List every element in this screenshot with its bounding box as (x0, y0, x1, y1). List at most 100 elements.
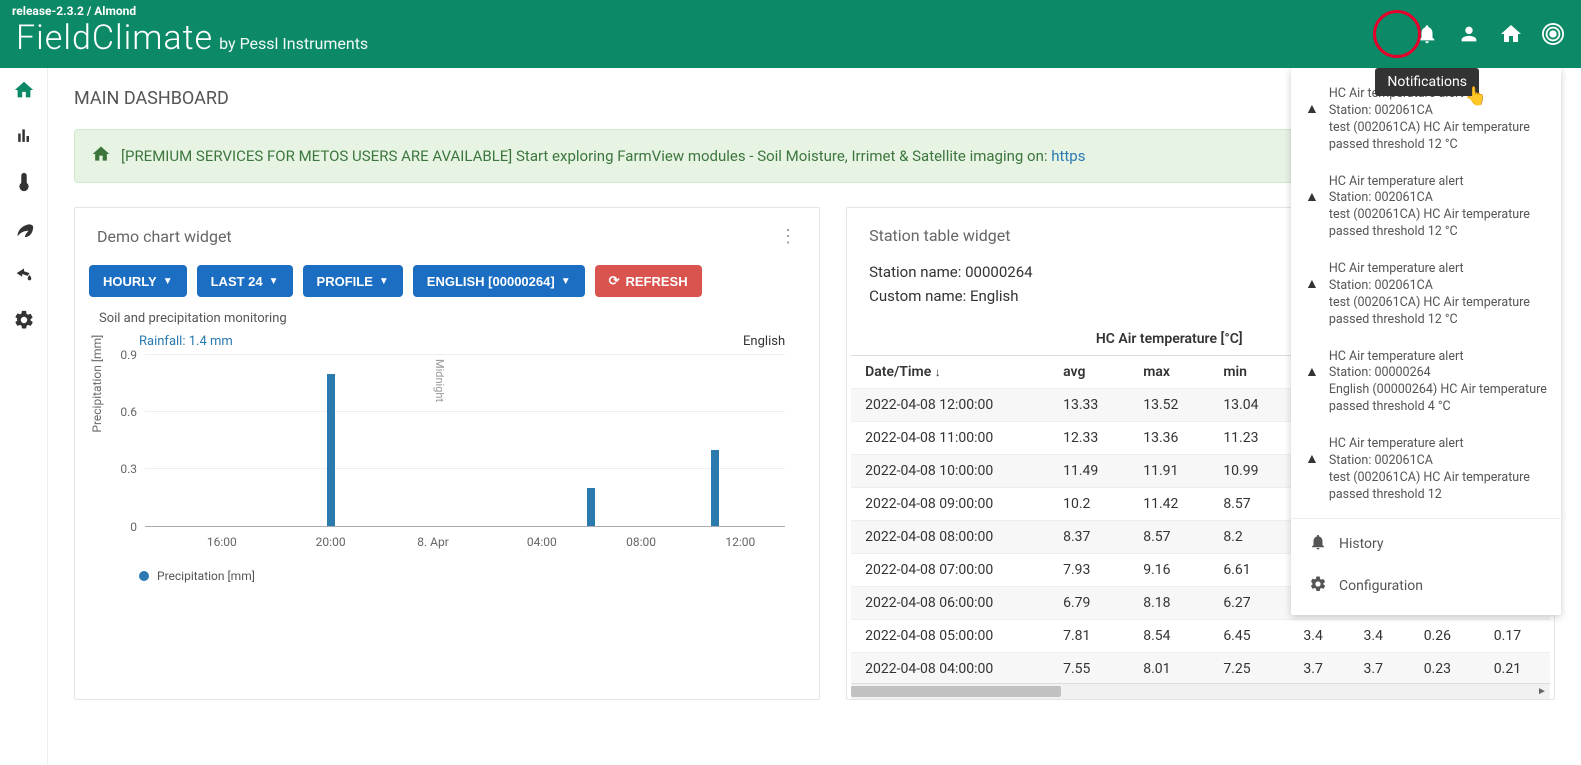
table-cell: 3.4 (1289, 620, 1349, 653)
table-cell: 8.57 (1129, 521, 1209, 554)
bell-icon[interactable] (1415, 22, 1439, 46)
banner-link[interactable]: https (1051, 147, 1085, 165)
hourly-dropdown[interactable]: HOURLY ▼ (89, 265, 187, 297)
user-icon[interactable] (1457, 22, 1481, 46)
col-max[interactable]: max (1129, 356, 1209, 389)
warning-icon: ▲ (1305, 363, 1319, 417)
rainfall-label: Rainfall: 1.4 mm (139, 334, 233, 349)
notif-msg: test (002061CA) HC Air temperature passe… (1329, 120, 1547, 154)
precipitation-chart[interactable]: Precipitation [mm] 00.30.60.9 Midnight 1… (101, 355, 785, 555)
notifications-panel: ▲ HC Air temperature alert Station: 0020… (1291, 68, 1561, 615)
table-cell: 8.54 (1129, 620, 1209, 653)
group-header: HC Air temperature [°C] (1049, 323, 1289, 356)
notif-title: HC Air temperature alert (1329, 436, 1547, 453)
table-cell: 11.91 (1129, 455, 1209, 488)
col-datetime[interactable]: Date/Time ↓ (851, 356, 1049, 389)
col-min[interactable]: min (1209, 356, 1289, 389)
house-icon[interactable] (1499, 22, 1523, 46)
last24-dropdown[interactable]: LAST 24 ▼ (197, 265, 293, 297)
profile-dropdown[interactable]: PROFILE ▼ (303, 265, 403, 297)
notif-title: HC Air temperature alert (1329, 174, 1547, 191)
home-icon[interactable] (12, 78, 36, 102)
chart-bar[interactable] (327, 374, 335, 526)
table-cell: 2022-04-08 11:00:00 (851, 422, 1049, 455)
history-label: History (1339, 536, 1384, 552)
station-name-value: 00000264 (965, 263, 1032, 281)
bell-small-icon (1309, 533, 1327, 555)
table-cell: 0.21 (1480, 653, 1550, 684)
station-name-label: Station name: (869, 263, 961, 281)
table-cell: 0.26 (1410, 620, 1480, 653)
thermometer-icon[interactable] (12, 170, 36, 194)
app-logo[interactable]: FieldClimate by Pessl Instruments (16, 18, 368, 58)
chart-bar[interactable] (587, 488, 595, 526)
midnight-marker: Midnight (433, 359, 446, 402)
x-tick: 04:00 (527, 535, 557, 549)
y-tick: 0.6 (120, 405, 137, 419)
table-cell: 2022-04-08 05:00:00 (851, 620, 1049, 653)
barn-icon (91, 144, 111, 168)
leaf-icon[interactable] (12, 216, 36, 240)
horizontal-scrollbar[interactable]: ◄ ► (851, 683, 1550, 699)
chart-widget: Demo chart widget ⋮ HOURLY ▼ LAST 24 ▼ P… (74, 207, 820, 700)
table-cell: 0.17 (1480, 620, 1550, 653)
gear-icon[interactable] (12, 308, 36, 332)
table-cell: 2022-04-08 04:00:00 (851, 653, 1049, 684)
notifications-tooltip: Notifications (1375, 68, 1479, 96)
table-cell: 11.42 (1129, 488, 1209, 521)
x-tick: 8. Apr (417, 535, 449, 549)
app-header: release-2.3.2 / Almond FieldClimate by P… (0, 0, 1581, 68)
refresh-button[interactable]: ⟳ REFRESH (595, 265, 702, 297)
notif-station: Station: 002061CA (1329, 103, 1547, 120)
scroll-right-icon[interactable]: ► (1534, 684, 1550, 699)
watering-icon[interactable] (12, 262, 36, 286)
notif-msg: test (002061CA) HC Air temperature passe… (1329, 470, 1547, 504)
table-cell: 8.2 (1209, 521, 1289, 554)
table-cell: 7.25 (1209, 653, 1289, 684)
y-tick: 0.3 (120, 462, 137, 476)
table-row[interactable]: 2022-04-08 04:00:007.558.017.253.73.70.2… (851, 653, 1550, 684)
notif-station: Station: 00000264 (1329, 365, 1547, 382)
chart-icon[interactable] (12, 124, 36, 148)
table-cell: 10.2 (1049, 488, 1129, 521)
col-avg[interactable]: avg (1049, 356, 1129, 389)
notif-msg: test (002061CA) HC Air temperature passe… (1329, 295, 1547, 329)
chart-bar[interactable] (711, 450, 719, 526)
configuration-action[interactable]: Configuration (1291, 565, 1561, 607)
x-tick: 16:00 (207, 535, 237, 549)
notification-item[interactable]: ▲ HC Air temperature alert Station: 0000… (1291, 339, 1561, 427)
table-row[interactable]: 2022-04-08 05:00:007.818.546.453.43.40.2… (851, 620, 1550, 653)
table-cell: 6.79 (1049, 587, 1129, 620)
table-cell: 2022-04-08 08:00:00 (851, 521, 1049, 554)
logo-main: FieldClimate (16, 18, 213, 58)
table-cell: 2022-04-08 07:00:00 (851, 554, 1049, 587)
table-cell: 8.01 (1129, 653, 1209, 684)
table-cell: 3.7 (1350, 653, 1410, 684)
table-cell: 6.27 (1209, 587, 1289, 620)
history-action[interactable]: History (1291, 523, 1561, 565)
warning-icon: ▲ (1305, 450, 1319, 504)
table-cell: 11.49 (1049, 455, 1129, 488)
table-cell: 9.16 (1129, 554, 1209, 587)
table-cell: 13.33 (1049, 389, 1129, 422)
warning-icon: ▲ (1305, 100, 1319, 154)
main-content: MAIN DASHBOARD [PREMIUM SERVICES FOR MET… (48, 68, 1581, 765)
y-tick: 0.9 (120, 348, 137, 362)
x-tick: 12:00 (725, 535, 755, 549)
header-icons (1415, 22, 1565, 46)
scrollbar-thumb[interactable] (851, 686, 1061, 697)
notification-item[interactable]: ▲ HC Air temperature alert Station: 0020… (1291, 426, 1561, 514)
custom-name-label: Custom name: (869, 287, 966, 305)
table-cell: 7.93 (1049, 554, 1129, 587)
gear-small-icon (1309, 575, 1327, 597)
chart-widget-title: Demo chart widget (97, 227, 232, 246)
logo-sub: by Pessl Instruments (219, 34, 368, 53)
broadcast-icon[interactable] (1541, 22, 1565, 46)
more-icon[interactable]: ⋮ (779, 226, 797, 247)
notification-item[interactable]: ▲ HC Air temperature alert Station: 0020… (1291, 164, 1561, 252)
table-cell: 13.04 (1209, 389, 1289, 422)
notification-item[interactable]: ▲ HC Air temperature alert Station: 0020… (1291, 251, 1561, 339)
station-dropdown[interactable]: ENGLISH [00000264] ▼ (413, 265, 585, 297)
table-cell: 10.99 (1209, 455, 1289, 488)
x-tick: 20:00 (316, 535, 346, 549)
